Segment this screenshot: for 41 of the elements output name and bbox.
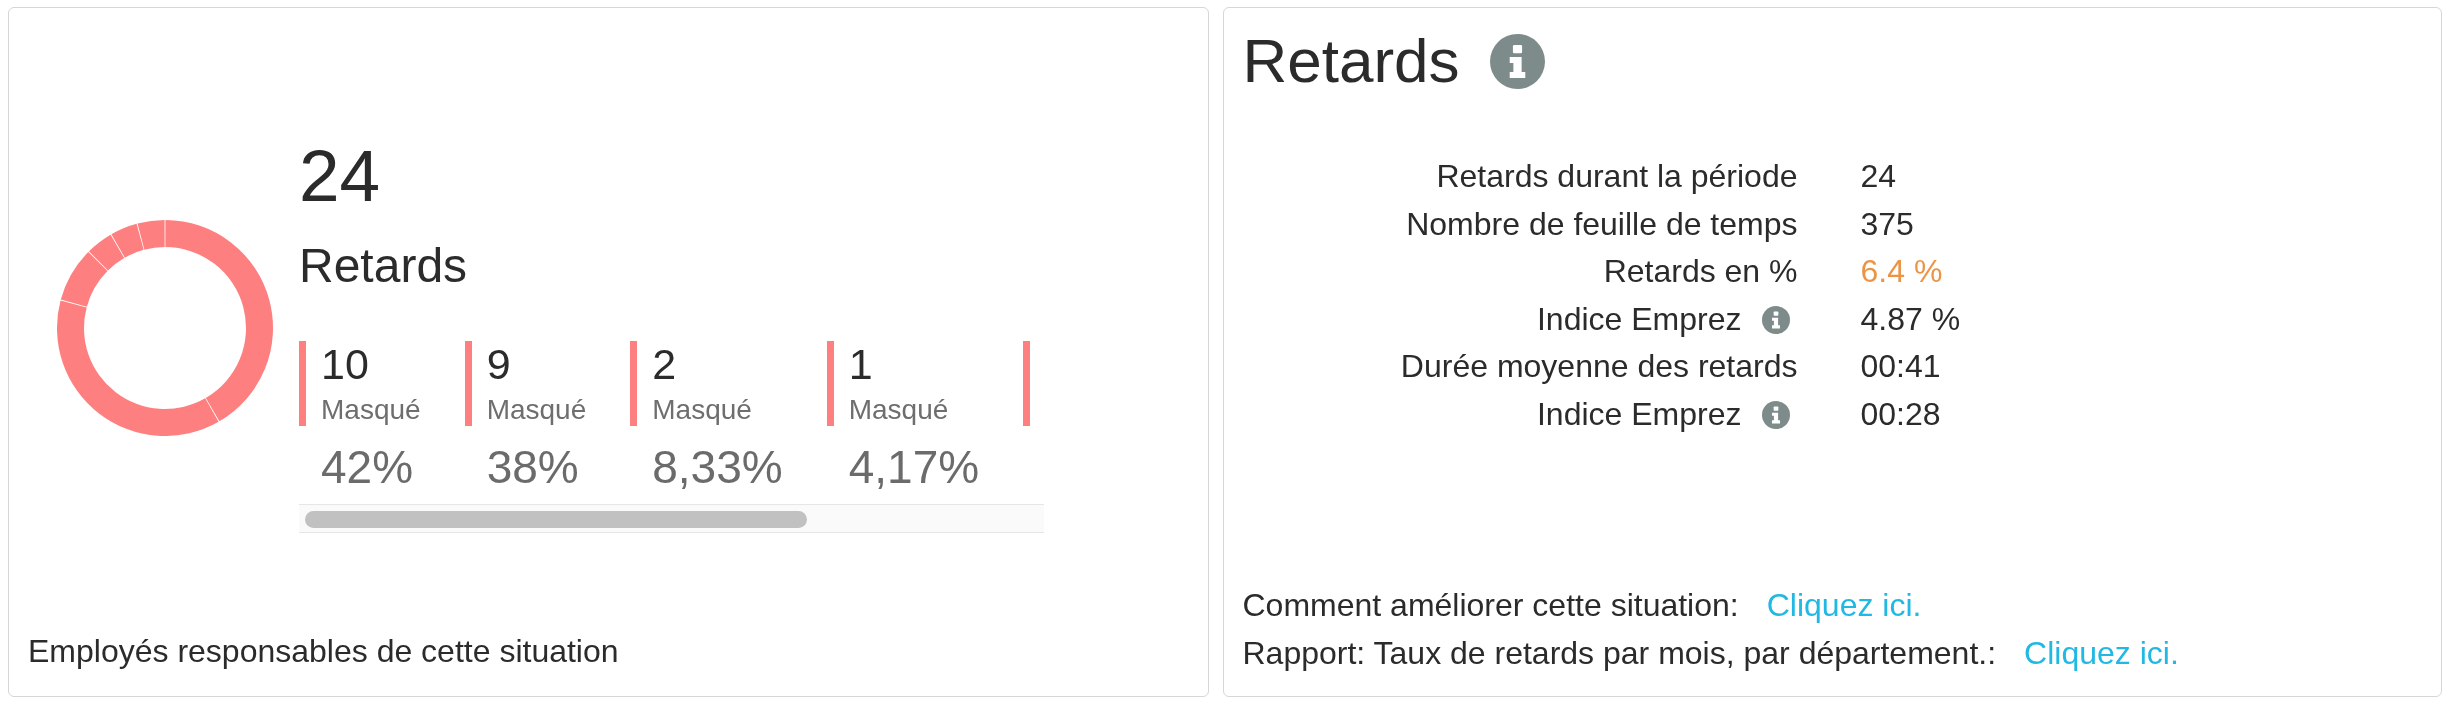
info-icon[interactable]: [1761, 400, 1790, 429]
stat-value: 6.4 %: [1860, 252, 1943, 292]
stat-value: 4.87 %: [1860, 299, 1961, 339]
card-title: Retards: [299, 242, 468, 290]
stat-value: 00:28: [1860, 394, 1941, 434]
legend-percent: 8,33%: [652, 444, 783, 490]
legend-marker-icon: [630, 341, 638, 426]
donut-slice: [111, 223, 144, 258]
legend-count: 1: [848, 343, 873, 386]
legend-percent: 42%: [321, 444, 414, 490]
link[interactable]: Cliquez ici.: [2024, 629, 2179, 677]
stat-label: Indice Emprez: [1536, 394, 1742, 434]
legend-percent: 4,17%: [848, 444, 980, 490]
stat-value: 24: [1860, 157, 1897, 196]
stat-label: Durée moyenne des retards: [1400, 347, 1798, 387]
legend-marker-icon: [464, 341, 472, 426]
legend-label: Masqué: [652, 396, 752, 424]
link-label: Rapport: Taux de retards par mois, par département.:: [1242, 634, 1997, 673]
link[interactable]: Cliquez ici.: [1766, 581, 1922, 629]
card-title: Retards: [1242, 30, 1460, 92]
stat-label: Retards en %: [1603, 252, 1798, 292]
footer-text: Employés responsables de cette situation: [28, 633, 619, 669]
stat-label: Retards durant la période: [1436, 157, 1798, 196]
total-count: 24: [299, 139, 381, 212]
link-label: Comment améliorer cette situation:: [1242, 586, 1739, 625]
legend-marker-icon: [299, 341, 306, 426]
legend-count: 2: [652, 343, 677, 386]
legend-count: 10: [321, 343, 369, 386]
stat-label: Nombre de feuille de temps: [1406, 204, 1798, 244]
legend-label: Masqué: [321, 396, 421, 424]
legend-percent: 38%: [486, 444, 579, 490]
legend-marker-icon: [826, 341, 834, 426]
legend-label: Masqué: [848, 396, 949, 424]
stat-label: Indice Emprez: [1536, 299, 1742, 339]
info-icon[interactable]: [1489, 33, 1545, 89]
stat-value: 00:41: [1860, 347, 1941, 387]
stat-value: 375: [1860, 204, 1914, 244]
info-icon[interactable]: [1761, 305, 1790, 334]
legend-label: Masqué: [486, 396, 587, 424]
scrollbar-thumb[interactable]: [305, 511, 807, 528]
legend-count: 9: [486, 343, 511, 386]
